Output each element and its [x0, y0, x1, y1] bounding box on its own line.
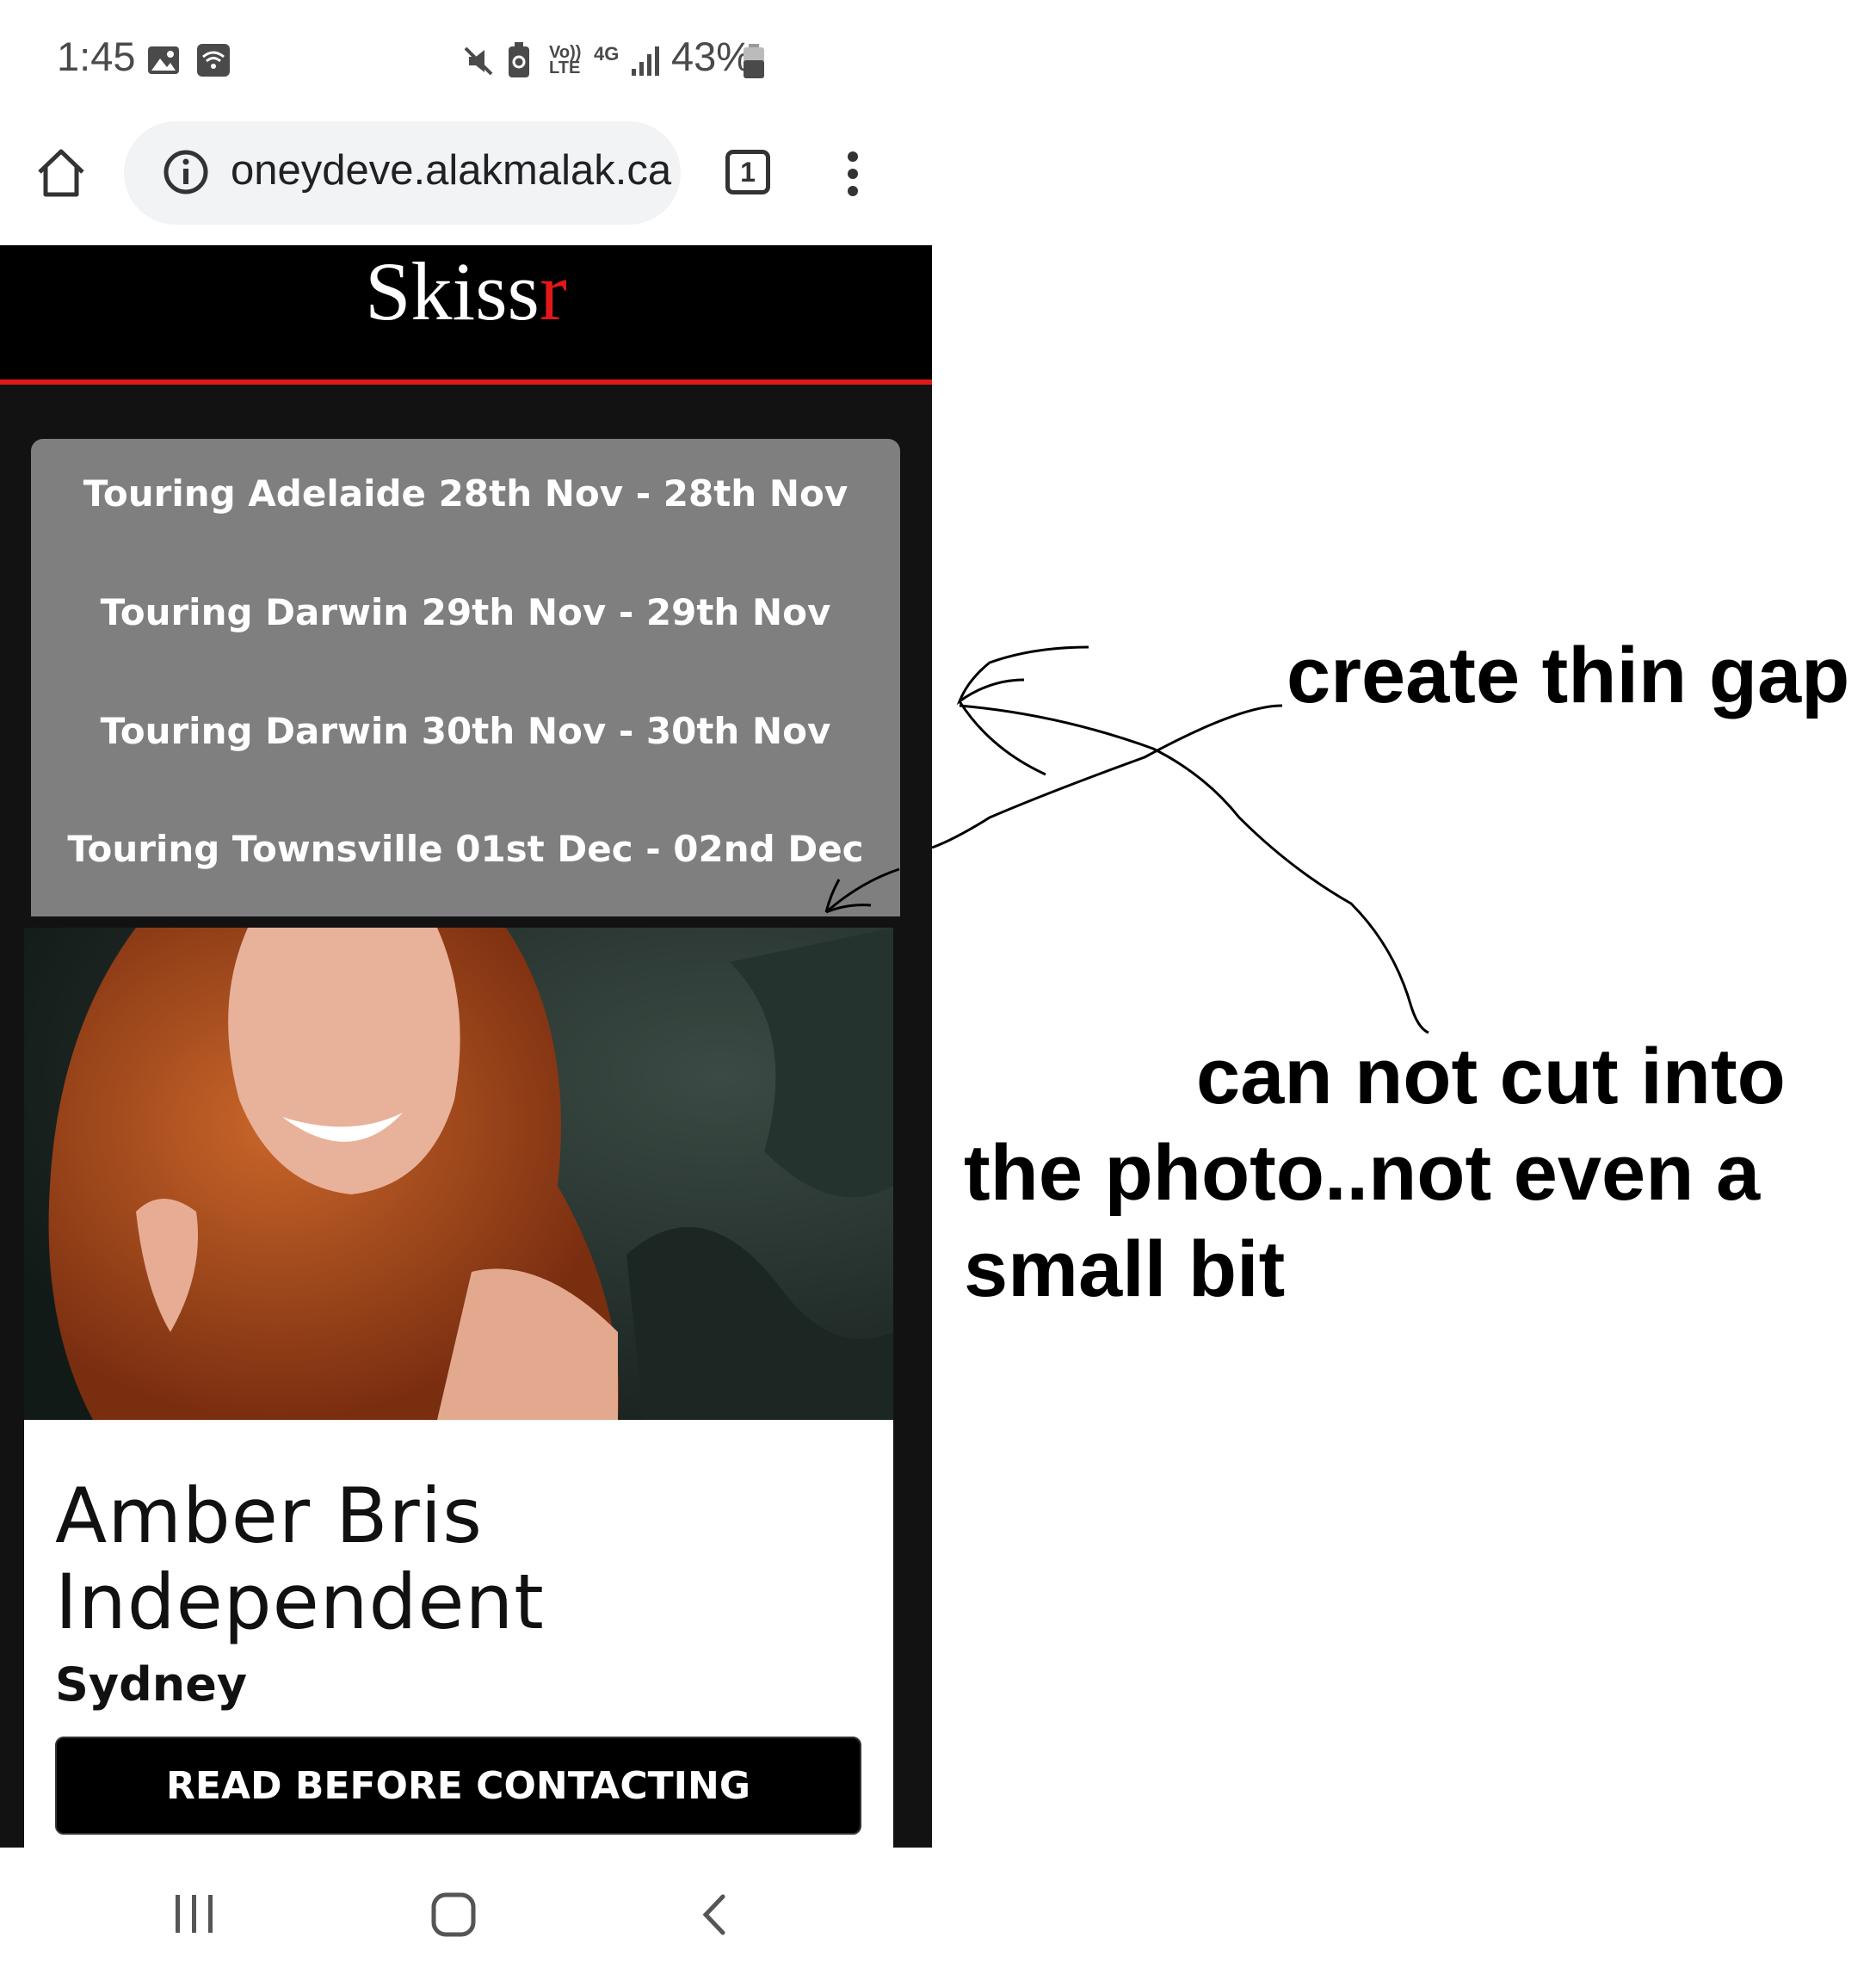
annotation-line: small bit — [964, 1225, 1286, 1313]
annotation-line: the photo..not even a — [964, 1129, 1761, 1217]
annotation-arrows — [824, 645, 1429, 1034]
annotation-line: can not cut into — [1196, 1033, 1786, 1120]
annotation-photo-note: can not cut into the photo..not even a s… — [964, 1028, 1786, 1317]
annotation-create-gap: create thin gap — [1287, 632, 1850, 719]
